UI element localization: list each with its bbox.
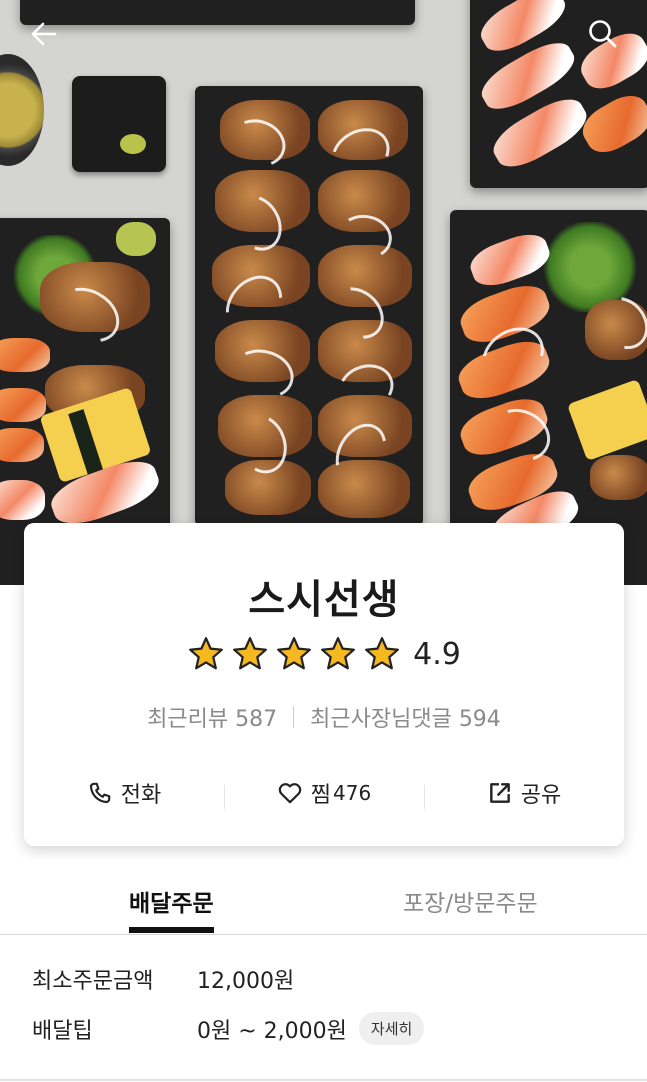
- owner-replies-link[interactable]: 최근사장님댓글 594: [310, 701, 501, 733]
- delivery-tip-detail-button[interactable]: 자세히: [358, 1012, 425, 1045]
- back-button[interactable]: [24, 14, 64, 54]
- like-label: 찜: [310, 783, 332, 808]
- share-button[interactable]: 공유: [424, 777, 624, 809]
- action-bar: 전화 찜 476 공유: [24, 771, 624, 815]
- store-hero-image: [0, 0, 647, 585]
- star-icon: [189, 637, 224, 670]
- rating-row: 4.9: [24, 635, 624, 673]
- order-type-tabs: 배달주문 포장/방문주문: [0, 870, 647, 935]
- arrow-left-icon: [31, 22, 57, 46]
- star-icon: [233, 637, 268, 670]
- call-label: 전화: [120, 783, 162, 808]
- delivery-tip-value: 0원 ~ 2,000원: [197, 1018, 347, 1044]
- store-name: 스시선생: [248, 577, 400, 623]
- min-order-row: 최소주문금액 12,000원: [32, 963, 294, 995]
- recent-reviews-link[interactable]: 최근리뷰 587: [147, 701, 277, 733]
- side-dish-bowl: [0, 54, 44, 166]
- delivery-tip-label: 배달팁: [32, 1018, 93, 1044]
- search-icon: [589, 20, 617, 48]
- tab-label: 배달주문: [129, 891, 214, 917]
- review-stats: 최근리뷰 587 최근사장님댓글 594: [24, 701, 624, 733]
- sushi-board: [20, 0, 415, 25]
- like-button[interactable]: 찜 476: [224, 777, 424, 809]
- min-order-value: 12,000원: [197, 969, 295, 994]
- heart-icon: [278, 783, 302, 804]
- tab-delivery-order[interactable]: 배달주문: [129, 884, 214, 933]
- tab-label: 포장/방문주문: [403, 891, 538, 917]
- store-info-card: 스시선생 4.9 최근리뷰 587 최근사장님댓글 594 전화 찜 476 공…: [24, 523, 624, 846]
- divider: [0, 1079, 647, 1081]
- call-button[interactable]: 전화: [24, 777, 224, 809]
- star-icon: [277, 637, 312, 670]
- rating-value: 4.9: [413, 636, 461, 672]
- min-order-label: 최소주문금액: [32, 969, 154, 994]
- search-button[interactable]: [583, 14, 623, 54]
- divider: [293, 706, 295, 728]
- star-icon: [321, 637, 356, 670]
- wasabi: [116, 222, 156, 256]
- tab-active-indicator: [129, 927, 214, 933]
- share-label: 공유: [520, 783, 562, 808]
- phone-icon: [89, 782, 111, 804]
- share-icon: [489, 783, 510, 803]
- delivery-tip-row: 배달팁 0원 ~ 2,000원 자세히: [32, 1012, 425, 1045]
- sauce-dish: [72, 76, 166, 172]
- star-icon: [365, 637, 400, 670]
- tab-pickup-order[interactable]: 포장/방문주문: [403, 884, 538, 918]
- like-count: 476: [333, 781, 372, 805]
